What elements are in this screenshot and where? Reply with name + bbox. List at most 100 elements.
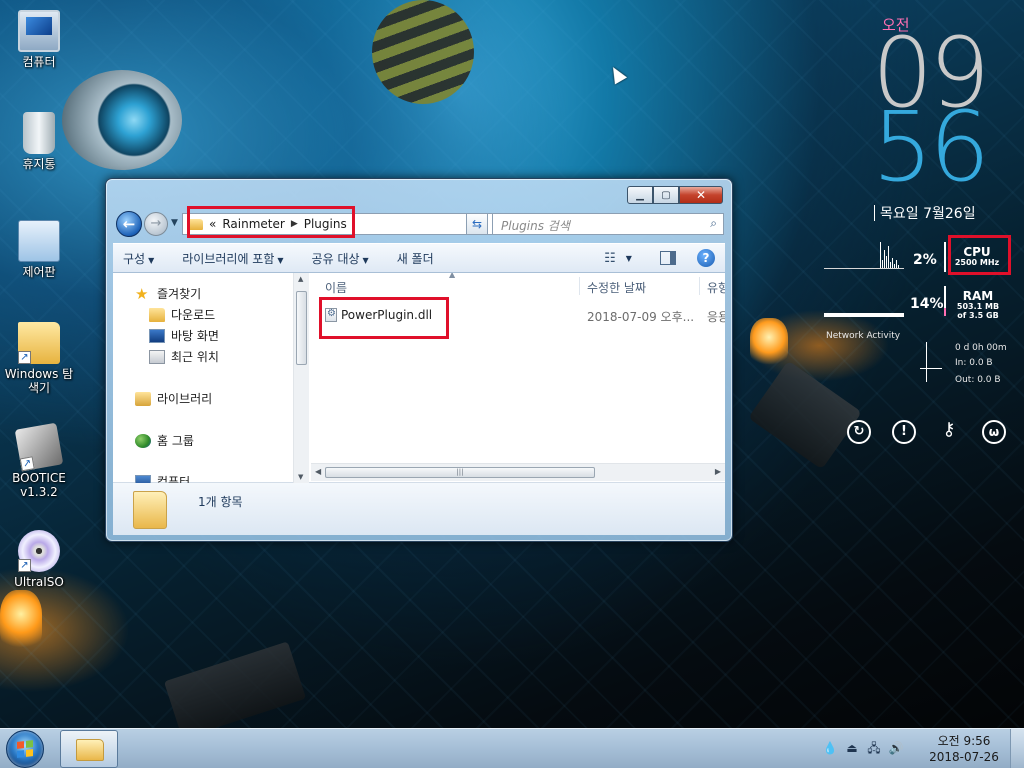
recent-places-icon <box>149 349 165 364</box>
preview-pane-button[interactable] <box>657 249 679 267</box>
ram-bar <box>824 313 904 317</box>
desktop-icon-explorer[interactable]: ↗ Windows 탐색기 <box>1 322 77 395</box>
organize-menu[interactable]: 구성 ▼ <box>113 250 164 267</box>
nav-label: 즐겨찾기 <box>157 287 202 301</box>
explorer-icon: ↗ <box>18 322 60 364</box>
desktop-icon-bootice[interactable]: ↗ BOOTICE v1.3.2 <box>1 422 77 499</box>
wallpaper-robot <box>62 70 182 170</box>
refresh-icon[interactable]: ↻ <box>847 420 871 444</box>
desktop-icon-label: 제어판 <box>22 265 56 279</box>
ram-label-block: RAM 503.1 MB of 3.5 GB <box>950 290 1006 320</box>
view-options-button[interactable]: ☷ ▼ <box>604 249 632 267</box>
column-divider[interactable] <box>579 277 580 295</box>
command-bar-right: ☷ ▼ ? <box>599 249 725 267</box>
wallpaper-ball <box>372 0 474 104</box>
file-list: ▲ 이름 수정한 날짜 유형 PowerPlugin.dll 2018-07-0… <box>311 273 725 463</box>
logoff-icon[interactable]: ω <box>982 420 1006 444</box>
column-header-modified[interactable]: 수정한 날짜 <box>587 279 646 296</box>
network-in: In: 0.0 B <box>955 358 993 368</box>
nav-item-favorites[interactable]: ★ 즐겨찾기 <box>135 285 201 302</box>
search-input[interactable]: Plugins 검색 ⌕ <box>492 213 724 235</box>
shortcut-arrow-icon: ↗ <box>18 351 31 364</box>
start-button[interactable] <box>6 730 44 768</box>
file-modified: 2018-07-09 오후... <box>587 310 695 324</box>
nav-item-desktop[interactable]: 바탕 화면 <box>149 327 219 344</box>
maximize-button[interactable]: ▢ <box>653 186 679 204</box>
scrollbar-thumb[interactable]: ||| <box>325 467 595 478</box>
scroll-down-icon[interactable]: ▼ <box>298 473 303 481</box>
search-icon[interactable]: ⌕ <box>710 216 717 231</box>
minimize-button[interactable]: ▁ <box>627 186 653 204</box>
desktop-icon-control-panel[interactable]: 제어판 <box>1 220 77 279</box>
safely-remove-hardware-icon[interactable]: ⏏ <box>844 740 860 756</box>
details-pane: 1개 항목 <box>113 483 725 535</box>
recycle-bin-icon <box>23 112 55 154</box>
preview-pane-icon <box>660 251 676 265</box>
nav-item-downloads[interactable]: 다운로드 <box>149 306 215 323</box>
file-type: 응용 <box>707 310 725 324</box>
nav-pane-scrollbar[interactable]: ▲ ▼ <box>293 273 309 483</box>
wallpaper-led <box>0 590 42 650</box>
show-desktop-button[interactable] <box>1010 729 1024 768</box>
nav-item-homegroup[interactable]: 홈 그룹 <box>135 432 194 449</box>
explorer-window: ▁ ▢ ✕ ← → ▼ « Rainmeter ▶ Plugins ▼ ⇆ Pl… <box>105 178 733 542</box>
network-icon[interactable]: 🖧 <box>866 740 882 756</box>
taskbar-clock[interactable]: 오전 9:56 2018-07-26 <box>928 733 1000 765</box>
share-menu[interactable]: 공유 대상 ▼ <box>302 250 379 267</box>
desktop-icon <box>149 328 165 343</box>
new-folder-button[interactable]: 새 폴더 <box>387 250 444 267</box>
control-panel-icon <box>18 220 60 262</box>
refresh-button[interactable]: ⇆ <box>466 213 488 235</box>
forward-button[interactable]: → <box>144 212 168 236</box>
nav-label: 컴퓨터 <box>157 475 191 483</box>
system-tray: 💧 ⏏ 🖧 🔊 <box>822 740 910 756</box>
scroll-right-icon[interactable]: ▶ <box>715 467 721 476</box>
shortcut-arrow-icon: ↗ <box>19 456 35 472</box>
desktop-icon-computer[interactable]: 컴퓨터 <box>1 10 77 69</box>
column-divider[interactable] <box>699 277 700 295</box>
scroll-left-icon[interactable]: ◀ <box>315 467 321 476</box>
organize-label: 구성 <box>123 251 146 266</box>
desktop-icon-ultraiso[interactable]: ↗ UltraISO <box>1 530 77 589</box>
recent-pages-dropdown[interactable]: ▼ <box>171 218 178 228</box>
column-header-name[interactable]: 이름 <box>325 279 347 296</box>
chevron-down-icon: ▼ <box>277 255 284 265</box>
desktop-icon-label: 휴지통 <box>22 157 56 171</box>
rainmeter-tray-icon[interactable]: 💧 <box>822 740 838 756</box>
computer-icon <box>135 474 151 483</box>
help-button[interactable]: ? <box>695 249 717 267</box>
library-icon <box>135 391 151 406</box>
desktop-icon-recycle-bin[interactable]: 휴지통 <box>1 112 77 171</box>
column-header-type[interactable]: 유형 <box>707 279 725 296</box>
bootice-icon: ↗ <box>14 422 64 472</box>
annotation-highlight <box>319 297 449 339</box>
homegroup-icon <box>135 433 151 448</box>
clock-minute: 56 <box>872 91 990 203</box>
file-list-horizontal-scrollbar[interactable]: ◀ ||| ▶ <box>311 463 725 481</box>
nav-item-recent[interactable]: 최근 위치 <box>149 348 219 365</box>
taskbar-explorer-button[interactable] <box>60 730 118 768</box>
content-area: ★ 즐겨찾기 다운로드 바탕 화면 최근 위치 라이브러리 홈 그룹 컴퓨터 ▲… <box>113 273 725 483</box>
chevron-down-icon: ▼ <box>625 253 632 263</box>
power-icon[interactable]: ! <box>892 420 916 444</box>
ram-label: RAM <box>962 289 994 303</box>
desktop-icon-label: UltraISO <box>14 575 64 589</box>
close-button[interactable]: ✕ <box>679 186 723 204</box>
chevron-down-icon: ▼ <box>148 255 155 265</box>
network-title: Network Activity <box>826 331 901 341</box>
explorer-icon <box>76 739 104 761</box>
key-icon[interactable]: ⚷ <box>937 420 961 444</box>
nav-item-libraries[interactable]: 라이브러리 <box>135 390 212 407</box>
cpu-percent: 2% <box>913 252 937 268</box>
volume-icon[interactable]: 🔊 <box>888 740 904 756</box>
computer-icon <box>18 10 60 52</box>
ram-level <box>944 308 946 316</box>
back-button[interactable]: ← <box>116 211 142 237</box>
window-controls: ▁ ▢ ✕ <box>627 186 723 204</box>
scroll-up-icon[interactable]: ▲ <box>298 275 303 283</box>
nav-label: 바탕 화면 <box>171 329 219 343</box>
star-icon: ★ <box>135 284 149 303</box>
nav-item-computer[interactable]: 컴퓨터 <box>135 473 190 483</box>
include-library-menu[interactable]: 라이브러리에 포함 ▼ <box>172 250 293 267</box>
scrollbar-thumb[interactable] <box>296 291 307 365</box>
